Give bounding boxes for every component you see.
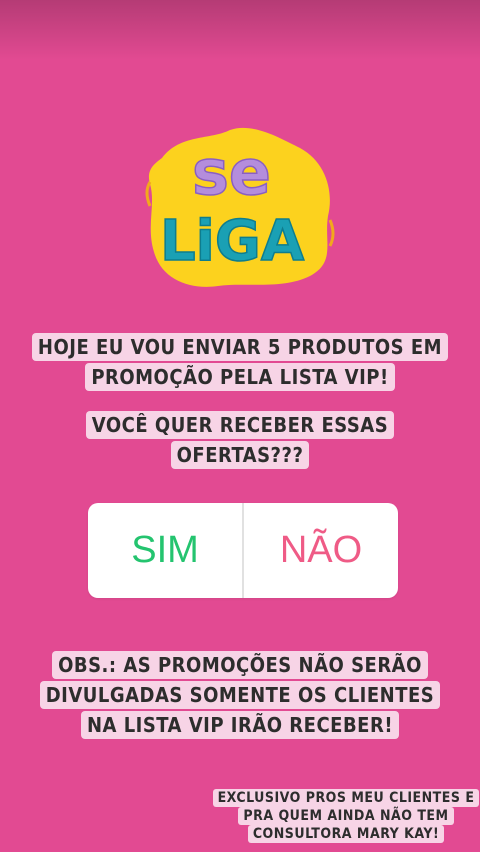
sticker-text-se: se <box>192 136 271 209</box>
poll-option-no[interactable]: NÃO <box>244 503 398 598</box>
sticker-sparkle-right <box>328 219 335 247</box>
footer-line-1: EXCLUSIVO PROS MEU CLIENTES E <box>212 789 480 807</box>
poll-sticker: SIM NÃO <box>88 503 398 598</box>
footer-line-3: CONSULTORA MARY KAY! <box>247 825 445 843</box>
footer-note: EXCLUSIVO PROS MEU CLIENTES E PRA QUEM A… <box>212 789 480 843</box>
question-line-1: VOCÊ QUER RECEBER ESSAS <box>85 411 395 439</box>
headline-line-1: HOJE EU VOU ENVIAR 5 PRODUTOS EM <box>31 333 449 361</box>
poll-option-yes[interactable]: SIM <box>88 503 242 598</box>
se-liga-sticker[interactable]: se LiGA <box>140 120 340 295</box>
headline: HOJE EU VOU ENVIAR 5 PRODUTOS EM PROMOÇÃ… <box>0 332 480 392</box>
headline-line-2: PROMOÇÃO PELA LISTA VIP! <box>85 363 395 391</box>
sticker-text-liga: LiGA <box>160 209 305 274</box>
top-gradient <box>0 0 480 60</box>
note-line-2: DIVULGADAS SOMENTE OS CLIENTES <box>39 681 441 709</box>
sticker-graphic: se LiGA <box>145 127 335 287</box>
note: OBS.: AS PROMOÇÕES NÃO SERÃO DIVULGADAS … <box>0 650 480 740</box>
question: VOCÊ QUER RECEBER ESSAS OFERTAS??? <box>0 410 480 470</box>
footer-line-2: PRA QUEM AINDA NÃO TEM <box>238 807 454 825</box>
question-line-2: OFERTAS??? <box>170 441 310 469</box>
sticker-sparkle-left <box>145 181 152 207</box>
note-line-1: OBS.: AS PROMOÇÕES NÃO SERÃO <box>52 651 428 679</box>
note-line-3: NA LISTA VIP IRÃO RECEBER! <box>80 711 400 739</box>
